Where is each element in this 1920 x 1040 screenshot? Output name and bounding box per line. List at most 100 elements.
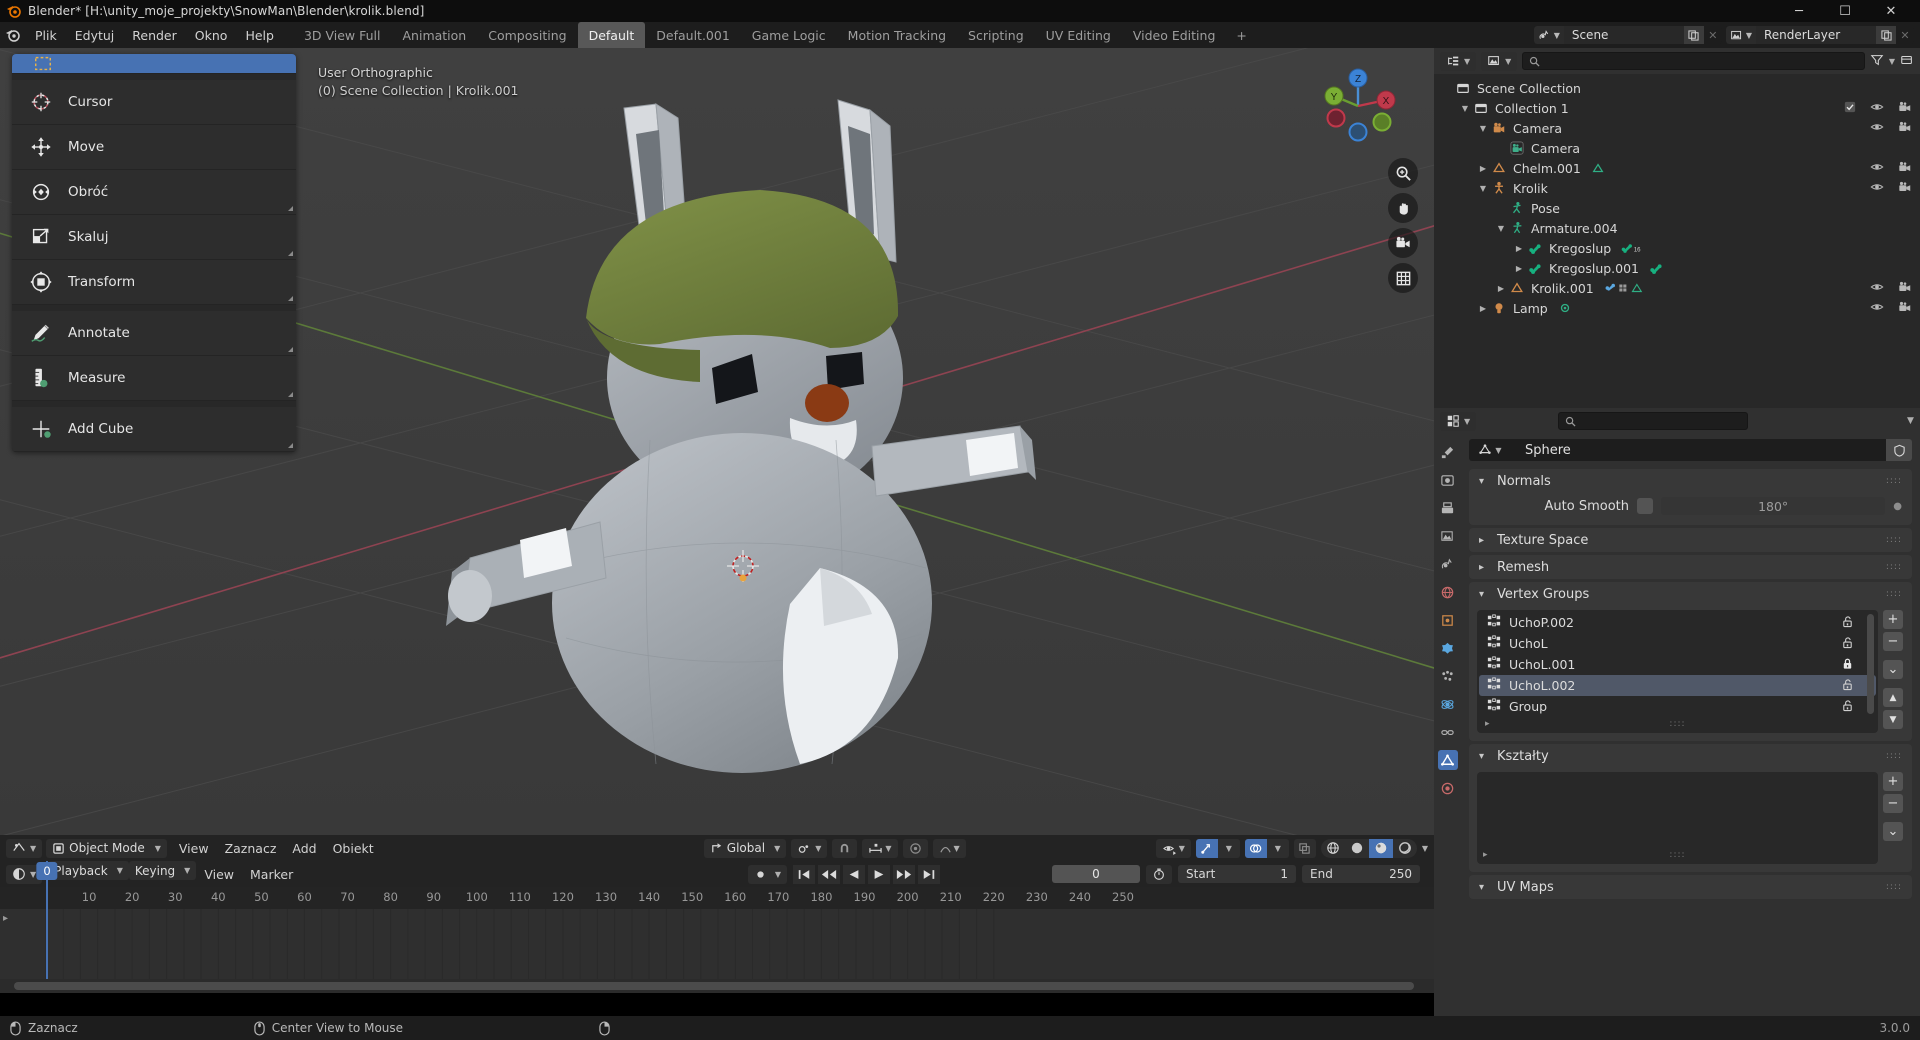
shading-material-icon[interactable] [1368, 838, 1393, 858]
texture-space-chevron-right-icon[interactable]: ▸ [1479, 535, 1489, 546]
workspace-tab-default[interactable]: Default [577, 22, 646, 48]
overlays-dropdown-icon[interactable]: ▼ [1266, 838, 1289, 858]
unlink-scene-button[interactable]: ✕ [1704, 26, 1722, 44]
viewlayer-icon[interactable]: ▼ [1725, 26, 1756, 44]
workspace-tab-animation[interactable]: Animation [392, 22, 478, 48]
outliner-row-collection-1[interactable]: ▼ Collection 1 [1434, 98, 1920, 118]
vertex-group-specials-menu-button[interactable]: ⌄ [1883, 660, 1903, 679]
panel-shape-keys[interactable]: ▾ Kształty :::: ▸ :::: + − ⌄ [1469, 744, 1912, 872]
render-camera-icon[interactable] [1898, 160, 1912, 177]
render-camera-icon[interactable] [1898, 120, 1912, 137]
chevron-down-icon[interactable]: ▼ [1494, 224, 1508, 233]
transport-play-button[interactable] [868, 864, 890, 884]
outliner-row-lamp[interactable]: ▶ Lamp [1434, 298, 1920, 318]
visibility-eye-icon[interactable] [1870, 180, 1884, 197]
shape-key-buttons[interactable]: + − ⌄ [1882, 772, 1904, 864]
timeline-menu-marker[interactable]: Marker [242, 861, 301, 887]
use-preview-range-icon[interactable] [1146, 864, 1172, 884]
mesh-data-icon[interactable]: ▼ [1469, 439, 1511, 461]
workspace-tab-video-editing[interactable]: Video Editing [1122, 22, 1227, 48]
add-vertex-group-button[interactable]: + [1883, 610, 1903, 629]
transform-orientation-selector[interactable]: Global ▼ [703, 838, 787, 858]
chevron-down-icon[interactable]: ▼ [1476, 124, 1490, 133]
lock-open-icon[interactable] [1841, 699, 1854, 715]
tool-cursor[interactable]: Cursor [12, 80, 296, 125]
properties-tab-physics[interactable] [1438, 694, 1458, 714]
outliner-editor-type-icon[interactable]: ▼ [1440, 51, 1477, 71]
snap-target-selector[interactable]: ▼ [862, 838, 898, 858]
remesh-chevron-right-icon[interactable]: ▸ [1479, 562, 1489, 573]
add-shape-key-button[interactable]: + [1883, 772, 1903, 791]
tool-transform[interactable]: Transform [12, 260, 296, 305]
panel-texture-space[interactable]: ▸ Texture Space :::: [1469, 528, 1912, 552]
viewport-menu-zaznacz[interactable]: Zaznacz [217, 835, 285, 861]
hand-icon[interactable] [1388, 193, 1418, 223]
outliner-row-kregoslup[interactable]: ▶ Kregoslup 16 [1434, 238, 1920, 258]
chevron-right-icon[interactable]: ▶ [1476, 164, 1490, 173]
timeline-menu-view[interactable]: View [196, 861, 242, 887]
workspace-tab-game-logic[interactable]: Game Logic [741, 22, 837, 48]
timeline-editor[interactable]: ▼ Playback ▼ Keying ▼ View Marker ▼ 0 Start 1 [0, 861, 1434, 993]
transport-jump-start-button[interactable] [793, 864, 815, 884]
tool-annotate[interactable]: Annotate [12, 311, 296, 356]
collection-checkbox[interactable] [1844, 101, 1856, 116]
outliner-row-pose[interactable]: Pose [1434, 198, 1920, 218]
normals-chevron-down-icon[interactable]: ▾ [1479, 476, 1489, 487]
properties-tab-material[interactable] [1438, 778, 1458, 798]
properties-tab-viewlayer[interactable] [1438, 526, 1458, 546]
properties-tab-object[interactable] [1438, 610, 1458, 630]
mesh-name-field[interactable]: Sphere [1511, 439, 1886, 461]
outliner-tree[interactable]: Scene Collection ▼ Collection 1 ▼ Camera Came… [1434, 78, 1920, 318]
shape-keys-chevron-down-icon[interactable]: ▾ [1479, 751, 1489, 762]
shape-key-specials-menu-button[interactable]: ⌄ [1883, 822, 1903, 841]
pivot-point-selector[interactable]: ▼ [791, 838, 828, 858]
vertex-group-specials-icon[interactable]: ▸ [1485, 719, 1490, 729]
transport-next-keyframe-button[interactable] [893, 864, 915, 884]
menu-help[interactable]: Help [236, 22, 283, 48]
outliner-display-mode-icon[interactable]: ▼ [1481, 51, 1518, 71]
overlays-toggle-group[interactable]: ▼ [1244, 838, 1289, 858]
grid-icon[interactable] [1388, 263, 1418, 293]
properties-tab-scene[interactable] [1438, 554, 1458, 574]
outliner-filter-icon[interactable] [1870, 53, 1884, 70]
outliner-row-camera[interactable]: Camera [1434, 138, 1920, 158]
vertex-group-row[interactable]: Group [1479, 696, 1876, 717]
outliner-row-chelm-001[interactable]: ▶ Chelm.001 [1434, 158, 1920, 178]
add-workspace-button[interactable]: + [1226, 22, 1256, 48]
list-resize-grip[interactable]: :::: [1669, 850, 1685, 860]
tool-measure[interactable]: Measure [12, 356, 296, 401]
outliner-row-krolik[interactable]: ▼ Krolik [1434, 178, 1920, 198]
vertex-group-buttons[interactable]: + − ⌄ ▲ ▼ [1882, 610, 1904, 733]
close-button[interactable]: ✕ [1868, 0, 1914, 22]
chevron-right-icon[interactable]: ▶ [1512, 264, 1526, 273]
camera-icon[interactable] [1388, 228, 1418, 258]
properties-tab-data[interactable] [1437, 750, 1458, 770]
3d-viewport[interactable]: User Orthographic (0) Scene Collection |… [0, 48, 1434, 835]
viewlayer-selector[interactable]: ▼ RenderLayer ✕ [1725, 26, 1914, 44]
gizmo-dropdown-icon[interactable]: ▼ [1217, 838, 1240, 858]
timeline-menu-playback[interactable]: Playback ▼ [48, 861, 129, 880]
menu-edytuj[interactable]: Edytuj [66, 22, 124, 48]
viewport-menu-obiekt[interactable]: Obiekt [325, 835, 382, 861]
panel-uv-maps[interactable]: ▾ UV Maps :::: [1469, 875, 1912, 899]
properties-editor[interactable]: ▼ ▼ ▼ Sphere ▾ Normals:::: Auto Smooth … [1434, 408, 1920, 1016]
falloff-type-selector[interactable]: ▼ [932, 838, 966, 858]
minimize-button[interactable]: ─ [1776, 0, 1822, 22]
vertex-group-list[interactable]: UchoP.002 UchoL UchoL.001 UchoL.002 Group ▸ … [1477, 610, 1878, 733]
vertex-group-row[interactable]: UchoL.002 [1479, 675, 1876, 696]
render-camera-icon[interactable] [1898, 100, 1912, 117]
visibility-eye-icon[interactable] [1870, 300, 1884, 317]
auto-smooth-checkbox[interactable] [1637, 498, 1653, 514]
outliner-search-input[interactable] [1522, 52, 1865, 70]
workspace-tab-scripting[interactable]: Scripting [957, 22, 1035, 48]
timeline-horizontal-scrollbar[interactable] [0, 979, 1434, 993]
auto-smooth-angle-field[interactable]: 180° [1661, 497, 1886, 515]
tool-select-box[interactable] [12, 54, 296, 74]
uv-maps-chevron-down-icon[interactable]: ▾ [1479, 882, 1489, 893]
visibility-selector[interactable]: ▼ [1155, 838, 1191, 858]
timeline-channel-expand-icon[interactable]: ▸ [3, 913, 8, 924]
properties-tab-particles[interactable] [1438, 666, 1458, 686]
menu-plik[interactable]: Plik [26, 22, 66, 48]
outliner-row-armature-004[interactable]: ▼ Armature.004 [1434, 218, 1920, 238]
start-frame-field[interactable]: Start 1 [1178, 865, 1296, 883]
